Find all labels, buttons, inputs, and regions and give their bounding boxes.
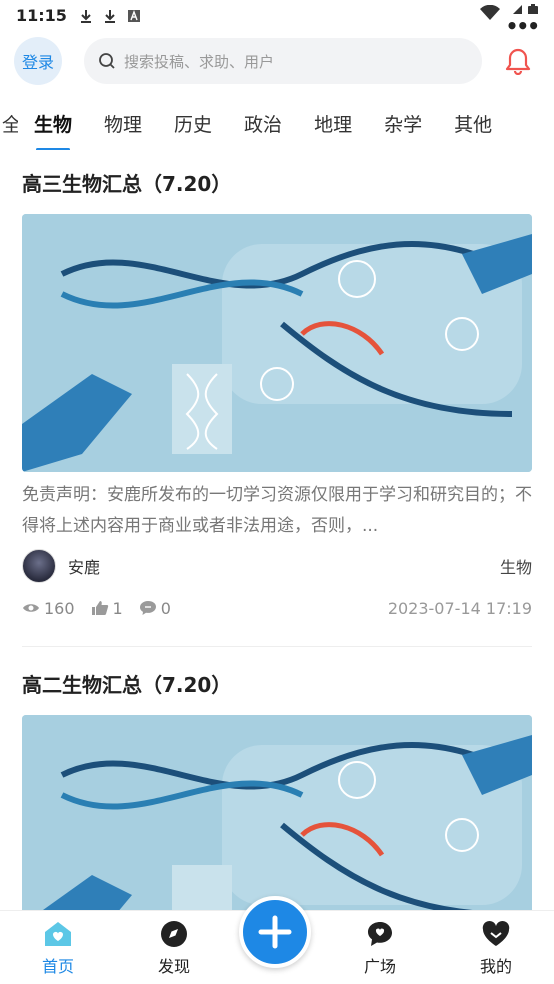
thumbs-up-icon — [91, 601, 108, 615]
login-button[interactable]: 登录 — [14, 37, 62, 85]
tab-geography[interactable]: 地理 — [298, 99, 368, 147]
post-stats: 160 1 0 2023-07-14 17:19 — [22, 586, 532, 630]
more-tabs-button[interactable]: ••• — [497, 14, 540, 38]
compass-icon — [159, 919, 189, 949]
likes-stat[interactable]: 1 — [91, 599, 123, 618]
comment-icon — [139, 601, 156, 615]
post-feed: 高三生物汇总（7.20） 免责声明：安鹿所发布的一切学习资源仅限用于学习和研究目… — [0, 154, 554, 914]
bell-icon[interactable] — [504, 47, 532, 75]
post-card[interactable]: 高三生物汇总（7.20） 免责声明：安鹿所发布的一切学习资源仅限用于学习和研究目… — [0, 154, 554, 647]
likes-count: 1 — [112, 598, 123, 618]
post-meta: 安鹿 生物 — [22, 546, 532, 586]
status-bar: 11:15 — [0, 0, 554, 30]
tab-politics[interactable]: 政治 — [228, 99, 298, 147]
search-icon — [99, 53, 115, 69]
heart-icon — [481, 919, 511, 949]
category-tabs: 全 生物 物理 历史 政治 地理 杂学 其他 — [0, 96, 554, 150]
search-placeholder: 搜索投稿、求助、用户 — [124, 52, 275, 71]
plus-icon — [258, 915, 292, 949]
nav-square[interactable]: 广场 — [322, 919, 438, 977]
comments-stat[interactable]: 0 — [139, 599, 171, 618]
tab-physics[interactable]: 物理 — [88, 99, 158, 147]
post-cover-image — [22, 214, 532, 472]
nav-mine[interactable]: 我的 — [438, 919, 554, 977]
nav-home-label: 首页 — [41, 956, 74, 976]
author-avatar[interactable] — [22, 549, 56, 583]
views-count: 160 — [44, 598, 75, 618]
download-icon — [103, 8, 117, 23]
tab-biology[interactable]: 生物 — [18, 99, 88, 150]
post-title: 高三生物汇总（7.20） — [22, 172, 232, 196]
tab-other[interactable]: 其他 — [438, 99, 508, 147]
post-cover-image — [22, 715, 532, 914]
views-stat: 160 — [22, 599, 75, 618]
download-icon — [79, 8, 93, 23]
create-post-button[interactable] — [239, 896, 311, 968]
nav-discover-label: 发现 — [157, 956, 190, 976]
post-card[interactable]: 高二生物汇总（7.20） — [0, 647, 554, 914]
nav-square-label: 广场 — [363, 956, 396, 976]
search-input[interactable]: 搜索投稿、求助、用户 — [84, 38, 482, 84]
nav-discover[interactable]: 发现 — [116, 919, 232, 977]
post-description: 免责声明：安鹿所发布的一切学习资源仅限用于学习和研究目的；不得将上述内容用于商业… — [22, 485, 532, 536]
post-category[interactable]: 生物 — [500, 554, 532, 578]
tab-all[interactable]: 全 — [0, 99, 18, 147]
status-time: 11:15 — [16, 5, 67, 25]
nav-mine-label: 我的 — [479, 956, 512, 976]
eye-icon — [23, 604, 39, 612]
nav-home[interactable]: 首页 — [0, 919, 116, 977]
chat-bubble-icon — [365, 919, 395, 949]
author-name[interactable]: 安鹿 — [68, 554, 100, 578]
notification-app-icon — [127, 8, 141, 22]
post-date: 2023-07-14 17:19 — [387, 598, 532, 618]
tab-history[interactable]: 历史 — [158, 99, 228, 147]
tab-misc[interactable]: 杂学 — [368, 99, 438, 147]
home-icon — [43, 919, 73, 949]
post-title: 高二生物汇总（7.20） — [22, 673, 232, 697]
comments-count: 0 — [160, 598, 171, 618]
top-header: 登录 搜索投稿、求助、用户 — [0, 34, 554, 88]
